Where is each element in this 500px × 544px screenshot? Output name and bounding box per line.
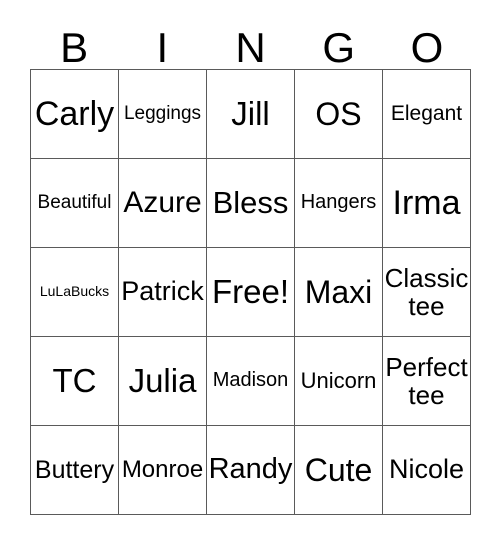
bingo-header-letter-i: I <box>156 24 169 71</box>
bingo-cell-label: Azure <box>123 185 202 219</box>
bingo-cell-label: Cute <box>304 451 373 488</box>
bingo-row: Beautiful Azure Bless Hangers Irma <box>31 159 471 248</box>
bingo-cell[interactable]: Buttery <box>31 426 119 515</box>
bingo-cell-label: Maxi <box>304 273 373 310</box>
bingo-cell-label: Carly <box>34 94 115 133</box>
bingo-cell[interactable]: Leggings <box>119 70 207 159</box>
bingo-cell-label: Beautiful <box>37 191 112 213</box>
bingo-cell[interactable]: Irma <box>383 159 471 248</box>
bingo-cell-label: Bless <box>212 185 289 221</box>
bingo-cell[interactable]: Unicorn <box>295 337 383 426</box>
bingo-cell-label: Hangers <box>300 191 377 214</box>
bingo-cell[interactable]: Azure <box>119 159 207 248</box>
bingo-row: Carly Leggings Jill OS Elegant <box>31 70 471 159</box>
bingo-cell-label: LuLaBucks <box>39 283 110 300</box>
bingo-cell[interactable]: Randy <box>207 426 295 515</box>
bingo-cell[interactable]: Julia <box>119 337 207 426</box>
bingo-cell-label: TC <box>52 362 97 400</box>
bingo-row: TC Julia Madison Unicorn Perfect tee <box>31 337 471 426</box>
bingo-cell-label: Randy <box>208 453 293 486</box>
bingo-cell-label: Julia <box>128 362 197 400</box>
bingo-cell[interactable]: Carly <box>31 70 119 159</box>
bingo-cell[interactable]: TC <box>31 337 119 426</box>
bingo-cell[interactable]: Classic tee <box>383 248 471 337</box>
bingo-cell-label: Classic tee <box>384 262 469 321</box>
bingo-cell[interactable]: Cute <box>295 426 383 515</box>
bingo-cell-free-space[interactable]: Free! <box>207 248 295 337</box>
bingo-cell[interactable]: Madison <box>207 337 295 426</box>
bingo-cell[interactable]: Elegant <box>383 70 471 159</box>
bingo-cell-label: Jill <box>231 95 270 133</box>
bingo-cell[interactable]: Hangers <box>295 159 383 248</box>
bingo-cell-label: Patrick <box>121 276 204 307</box>
bingo-header-letter-o: O <box>410 24 444 71</box>
bingo-header-row: B I N G O <box>30 14 471 69</box>
bingo-cell-label: Buttery <box>34 455 115 484</box>
bingo-cell[interactable]: Patrick <box>119 248 207 337</box>
bingo-cell[interactable]: Monroe <box>119 426 207 515</box>
bingo-cell-label: OS <box>315 95 362 132</box>
bingo-cell[interactable]: Nicole <box>383 426 471 515</box>
bingo-cell-label: Leggings <box>123 102 202 124</box>
bingo-cell[interactable]: Jill <box>207 70 295 159</box>
bingo-row: Buttery Monroe Randy Cute Nicole <box>31 426 471 515</box>
bingo-cell[interactable]: Maxi <box>295 248 383 337</box>
bingo-cell-label: Nicole <box>388 454 465 485</box>
bingo-header-letter-n: N <box>235 24 266 71</box>
bingo-cell[interactable]: Perfect tee <box>383 337 471 426</box>
bingo-cell[interactable]: OS <box>295 70 383 159</box>
bingo-cell[interactable]: LuLaBucks <box>31 248 119 337</box>
bingo-cell-label: Monroe <box>121 456 204 484</box>
bingo-cell-label: Elegant <box>390 101 463 125</box>
bingo-cell[interactable]: Bless <box>207 159 295 248</box>
bingo-cell-label: Unicorn <box>300 368 377 394</box>
bingo-cell-label: Irma <box>392 183 461 222</box>
bingo-cell-label: Perfect tee <box>385 351 468 410</box>
bingo-cell[interactable]: Beautiful <box>31 159 119 248</box>
bingo-card: B I N G O Carly Leggings Jill OS Elegant… <box>30 14 471 515</box>
bingo-header-letter-b: B <box>60 24 89 71</box>
bingo-cell-label: Madison <box>212 369 289 392</box>
bingo-row: LuLaBucks Patrick Free! Maxi Classic tee <box>31 248 471 337</box>
bingo-header-letter-g: G <box>322 24 356 71</box>
bingo-free-space-label: Free! <box>211 273 290 311</box>
bingo-grid: Carly Leggings Jill OS Elegant Beautiful… <box>30 69 471 515</box>
